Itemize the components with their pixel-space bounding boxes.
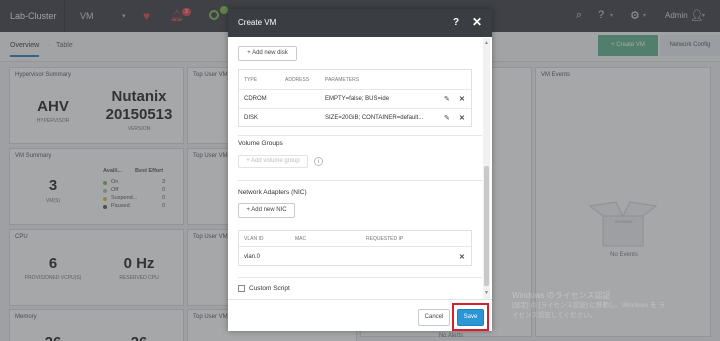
watermark-line: イセンス認証してください。 — [512, 312, 596, 319]
section-divider — [238, 277, 482, 278]
add-nic-button[interactable]: + Add new NIC — [238, 203, 295, 218]
nic-vlan: vlan.0 — [244, 254, 261, 260]
close-icon[interactable]: ✕ — [472, 15, 482, 29]
add-disk-button[interactable]: + Add new disk — [238, 46, 297, 61]
edit-pencil-icon[interactable]: ✎ — [444, 95, 450, 103]
scrollbar-thumb[interactable] — [484, 166, 489, 286]
disk-params: EMPTY=false; BUS=ide — [325, 96, 390, 102]
row-divider — [239, 89, 471, 90]
section-divider — [238, 180, 482, 181]
remove-x-icon[interactable]: ✕ — [459, 253, 465, 261]
edit-pencil-icon[interactable]: ✎ — [444, 114, 450, 122]
nic-table: VLAN ID MAC REQUESTED IP vlan.0 ✕ — [238, 230, 472, 266]
dialog-body[interactable]: + Add new disk TYPE ADDRESS PARAMETERS C… — [228, 37, 492, 299]
disk-type: DISK — [244, 115, 259, 121]
create-vm-dialog: Create VM ? ✕ + Add new disk TYPE ADDRES… — [228, 9, 492, 331]
custom-script-label: Custom Script — [249, 285, 290, 292]
row-divider — [239, 108, 471, 109]
cancel-button[interactable]: Cancel — [418, 309, 450, 326]
disk-params: SIZE=20GiB; CONTAINER=default... — [325, 115, 424, 121]
row-divider — [239, 246, 471, 247]
scroll-up-arrow-icon[interactable]: ▲ — [484, 40, 489, 46]
disk-type: CDROM — [244, 96, 267, 102]
custom-script-checkbox[interactable] — [238, 285, 245, 292]
column-header: VLAN ID — [244, 236, 264, 242]
column-header: TYPE — [244, 77, 258, 83]
disk-table: TYPE ADDRESS PARAMETERS CDROM EMPTY=fals… — [238, 69, 472, 127]
volume-groups-title: Volume Groups — [238, 140, 283, 147]
column-header: ADDRESS — [285, 77, 310, 83]
dialog-title: Create VM — [238, 18, 277, 27]
section-divider — [238, 135, 482, 136]
info-icon[interactable]: i — [314, 157, 323, 166]
network-adapters-title: Network Adapters (NIC) — [238, 189, 307, 196]
add-volume-group-button[interactable]: + Add volume group — [238, 155, 308, 168]
remove-x-icon[interactable]: ✕ — [459, 114, 465, 122]
watermark-line: [設定] の [ライセンス認証] に移動し、Windows を ラ — [512, 302, 665, 309]
dialog-scrollbar[interactable] — [483, 38, 490, 300]
help-icon[interactable]: ? — [453, 17, 459, 28]
watermark-line: Windows のライセンス認証 — [512, 291, 611, 300]
save-highlight-box — [452, 303, 489, 331]
windows-activation-watermark: Windows のライセンス認証 [設定] の [ライセンス認証] に移動し、W… — [512, 291, 717, 321]
column-header: MAC — [295, 236, 307, 242]
column-header: PARAMETERS — [325, 77, 360, 83]
remove-x-icon[interactable]: ✕ — [459, 95, 465, 103]
column-header: REQUESTED IP — [366, 236, 404, 242]
dialog-header: Create VM ? ✕ — [228, 9, 492, 37]
scroll-down-arrow-icon[interactable]: ▼ — [484, 290, 489, 296]
